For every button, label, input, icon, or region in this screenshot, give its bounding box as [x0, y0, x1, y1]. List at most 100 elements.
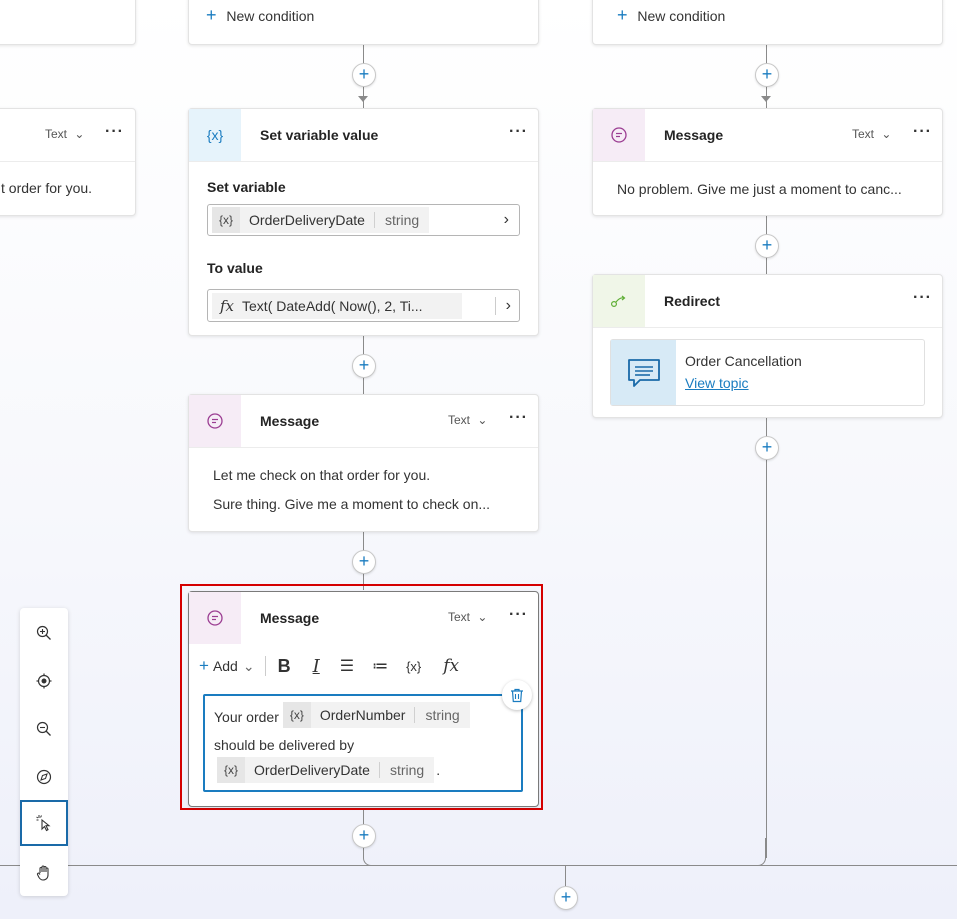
more-options-icon[interactable]: ···	[509, 606, 528, 624]
variable-icon: {x}	[189, 109, 241, 161]
variable-name: OrderDeliveryDate	[249, 212, 365, 228]
view-topic-link[interactable]: View topic	[685, 375, 749, 391]
message-type-select[interactable]: Text ⌄	[448, 610, 487, 624]
chevron-down-icon: ⌄	[242, 657, 255, 674]
message-card[interactable]: Message Text ⌄ ··· Let me check on that …	[188, 394, 539, 532]
card-title: Message	[664, 127, 724, 143]
add-node-button[interactable]: +	[352, 824, 376, 848]
insert-variable-button[interactable]: {x}	[406, 659, 421, 674]
bullet-list-icon[interactable]: ☰	[340, 656, 354, 676]
condition-card-middle: + New condition	[188, 0, 539, 45]
add-node-button[interactable]: +	[755, 234, 779, 258]
toolbar-divider	[264, 656, 266, 676]
variable-chip[interactable]: {x} OrderDeliveryDate string	[217, 757, 435, 783]
new-condition-button[interactable]: + New condition	[617, 5, 725, 26]
message-type-select[interactable]: Text ⌄	[45, 127, 84, 141]
message-variation: Let me check on that order for you.	[213, 467, 431, 483]
message-card-right[interactable]: Message Text ⌄ ··· No problem. Give me j…	[592, 108, 943, 216]
connector-arrow	[358, 96, 368, 102]
formula-value: Text( DateAdd( Now(), 2, Ti...	[242, 297, 423, 314]
canvas-toolbar	[20, 608, 68, 896]
more-options-icon[interactable]: ···	[913, 289, 932, 307]
more-options-icon[interactable]: ···	[509, 409, 528, 427]
chevron-down-icon: ⌄	[881, 127, 892, 141]
fit-to-view-icon[interactable]	[20, 658, 68, 704]
chevron-down-icon: ⌄	[477, 413, 488, 427]
variable-type: string	[414, 707, 469, 723]
add-dropdown[interactable]: + Add ⌄	[199, 656, 255, 676]
add-node-button[interactable]: +	[352, 354, 376, 378]
add-node-button[interactable]: +	[352, 63, 376, 87]
new-condition-button[interactable]: + New condition	[206, 5, 314, 26]
add-node-button[interactable]: +	[554, 886, 578, 910]
topic-reference[interactable]: Order Cancellation View topic	[610, 339, 925, 406]
to-value-label: To value	[207, 260, 263, 276]
message-type-label: Text	[448, 413, 471, 427]
chevron-right-icon[interactable]: ›	[504, 211, 509, 229]
card-header	[593, 275, 942, 328]
zoom-out-icon[interactable]	[20, 706, 68, 752]
variable-selector[interactable]: {x} OrderDeliveryDate string ›	[207, 204, 520, 236]
variable-chip[interactable]: {x} OrderNumber string	[282, 702, 470, 728]
message-type-label: Text	[45, 127, 68, 141]
variable-type: string	[378, 762, 434, 778]
condition-card-left	[0, 0, 136, 45]
card-title: Message	[260, 610, 320, 626]
zoom-in-icon[interactable]	[20, 610, 68, 656]
message-text: No problem. Give me just a moment to can…	[617, 181, 902, 197]
message-type-select[interactable]: Text ⌄	[852, 127, 891, 141]
message-card-editing[interactable]: Message Text ⌄ ··· + Add ⌄ B I ☰ ≔ {x} f…	[188, 591, 539, 807]
card-title: Set variable value	[260, 127, 379, 143]
set-variable-card[interactable]: {x} Set variable value ··· Set variable …	[188, 108, 539, 336]
chat-topic-icon	[611, 340, 676, 405]
topic-name: Order Cancellation	[685, 353, 802, 369]
add-node-button[interactable]: +	[352, 550, 376, 574]
italic-button[interactable]: I	[313, 656, 320, 677]
formula-field[interactable]: fx Text( DateAdd( Now(), 2, Ti... ›	[207, 289, 520, 322]
card-title: Message	[260, 413, 320, 429]
message-text-middle: should be delivered by	[214, 737, 355, 753]
plus-icon: +	[199, 656, 209, 675]
select-mode-icon[interactable]	[20, 800, 68, 846]
message-editor[interactable]: Your order {x} OrderNumber string should…	[203, 694, 523, 792]
condition-card-right: + New condition	[592, 0, 943, 45]
delete-icon[interactable]	[502, 680, 532, 710]
redirect-card[interactable]: Redirect ··· Order Cancellation View top…	[592, 274, 943, 418]
add-node-button[interactable]: +	[755, 436, 779, 460]
editor-line-1: Your order {x} OrderNumber string	[214, 702, 470, 728]
connector-arrow	[761, 96, 771, 102]
message-card-left: Text ⌄ ··· t order for you.	[0, 108, 136, 216]
variable-name: OrderDeliveryDate	[254, 762, 370, 778]
plus-icon: +	[206, 5, 217, 25]
mini-map-icon[interactable]	[20, 754, 68, 800]
variable-chip: {x} OrderDeliveryDate string	[212, 207, 430, 233]
chevron-right-icon[interactable]: ›	[494, 296, 511, 315]
more-options-icon[interactable]: ···	[105, 123, 124, 141]
message-type-select[interactable]: Text ⌄	[448, 413, 487, 427]
chevron-down-icon: ⌄	[74, 127, 85, 141]
connector-line	[766, 416, 767, 858]
add-node-button[interactable]: +	[755, 63, 779, 87]
numbered-list-icon[interactable]: ≔	[372, 656, 388, 676]
set-variable-label: Set variable	[207, 179, 286, 195]
more-options-icon[interactable]: ···	[509, 123, 528, 141]
formula-chip: fx Text( DateAdd( Now(), 2, Ti...	[212, 292, 462, 319]
connector-line	[0, 865, 957, 866]
redirect-icon	[593, 275, 645, 327]
variable-type: string	[373, 212, 429, 228]
pan-mode-icon[interactable]	[20, 850, 68, 896]
variable-icon: {x}	[212, 207, 241, 233]
more-options-icon[interactable]: ···	[913, 123, 932, 141]
message-type-label: Text	[852, 127, 875, 141]
insert-formula-button[interactable]: fx	[443, 656, 459, 676]
plus-icon: +	[617, 5, 628, 25]
message-icon	[189, 395, 241, 447]
new-condition-label: New condition	[637, 8, 726, 24]
connector-line	[565, 866, 566, 886]
editor-line-3: {x} OrderDeliveryDate string .	[217, 757, 440, 783]
formula-icon: fx	[220, 296, 235, 315]
chevron-down-icon: ⌄	[477, 610, 488, 624]
branch-join-line	[363, 838, 766, 866]
message-type-label: Text	[448, 610, 471, 624]
bold-button[interactable]: B	[278, 656, 291, 677]
